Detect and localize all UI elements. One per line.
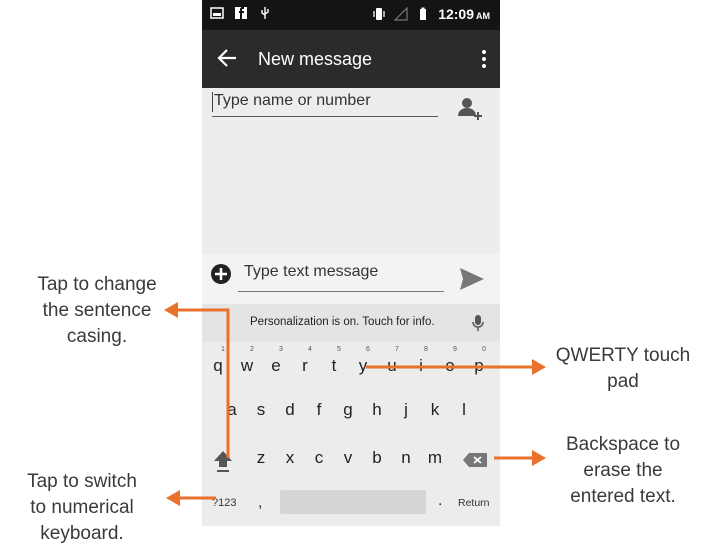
- arrowhead: [532, 359, 546, 375]
- arrowhead: [166, 490, 180, 506]
- arrowhead: [164, 302, 178, 318]
- arrowhead: [532, 450, 546, 466]
- callout-arrows: [164, 302, 546, 506]
- arrow-sentence-casing: [176, 308, 230, 458]
